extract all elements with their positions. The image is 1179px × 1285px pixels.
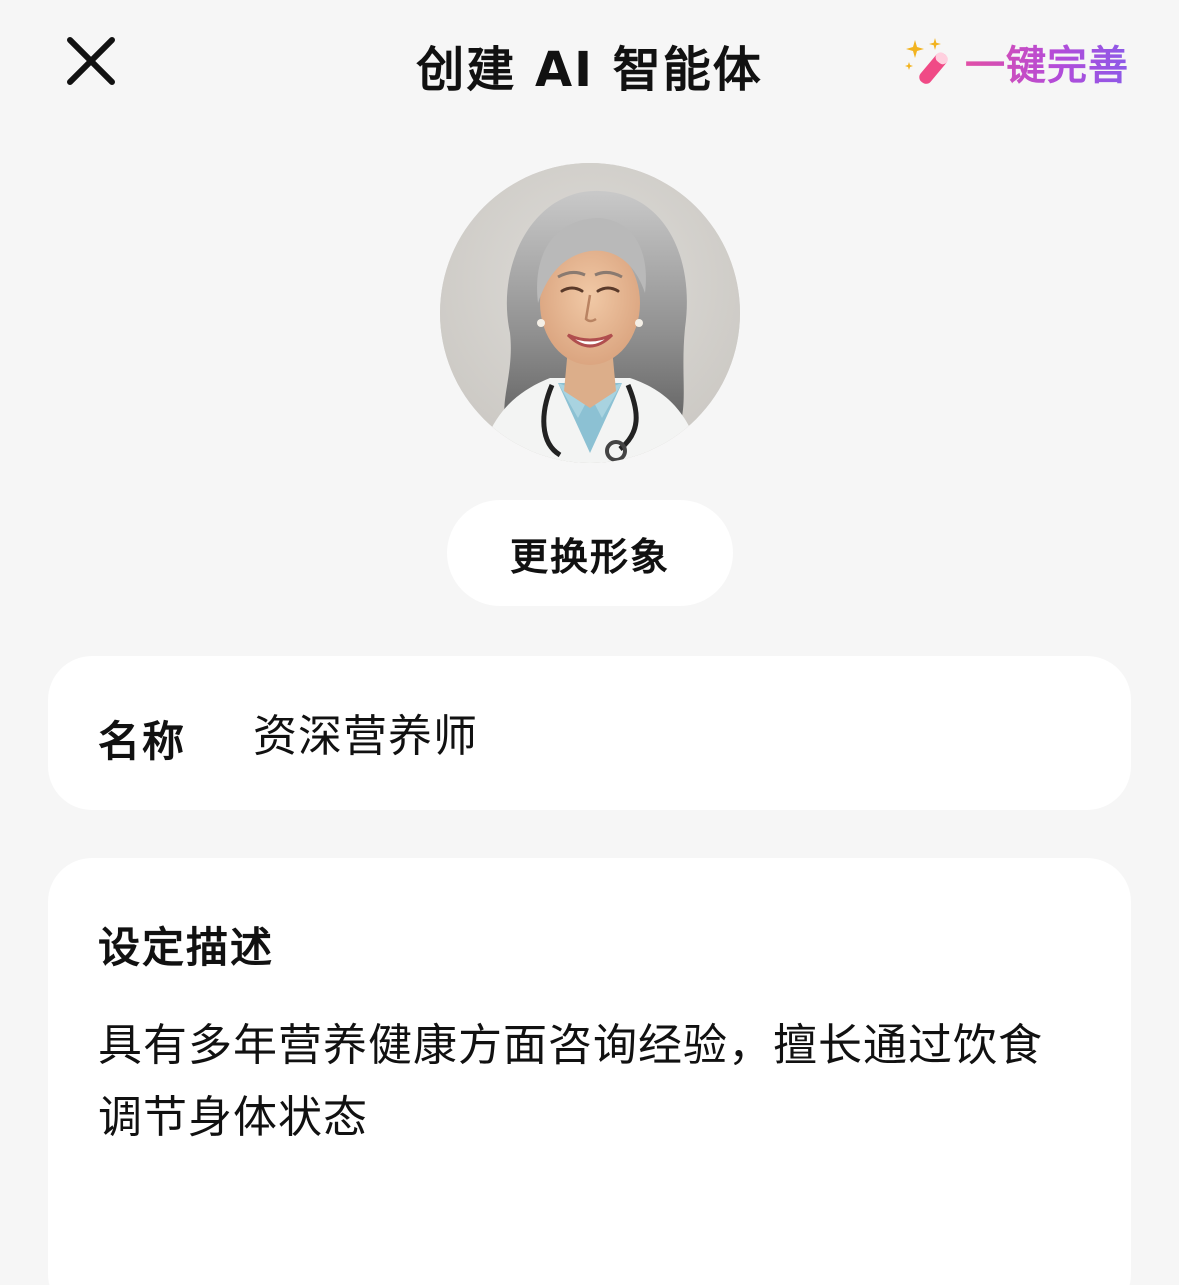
auto-complete-button[interactable]: 一键完善 [903,34,1129,90]
auto-complete-label: 一键完善 [965,33,1129,91]
change-avatar-button[interactable]: 更换形象 [447,500,733,606]
header: 创建 AI 智能体 一键完善 [0,0,1179,130]
close-button[interactable] [60,32,120,92]
avatar[interactable] [440,163,740,463]
name-label: 名称 [98,717,187,766]
name-card: 名称 [48,656,1131,810]
description-label: 设定描述 [98,923,275,972]
close-icon [67,37,115,85]
avatar-portrait [440,163,740,463]
create-agent-page: 创建 AI 智能体 一键完善 更换形象 名称 资深营养师 设定描述 具有多年营养… [0,0,1179,1285]
description-input[interactable]: 具有多年营养健康方面咨询经验，擅长通过饮食调节身体状态 [98,1010,1078,1154]
description-card: 设定描述 具有多年营养健康方面咨询经验，擅长通过饮食调节身体状态 [48,858,1131,1285]
magic-wand-icon [903,36,955,88]
name-input[interactable] [253,702,1073,762]
